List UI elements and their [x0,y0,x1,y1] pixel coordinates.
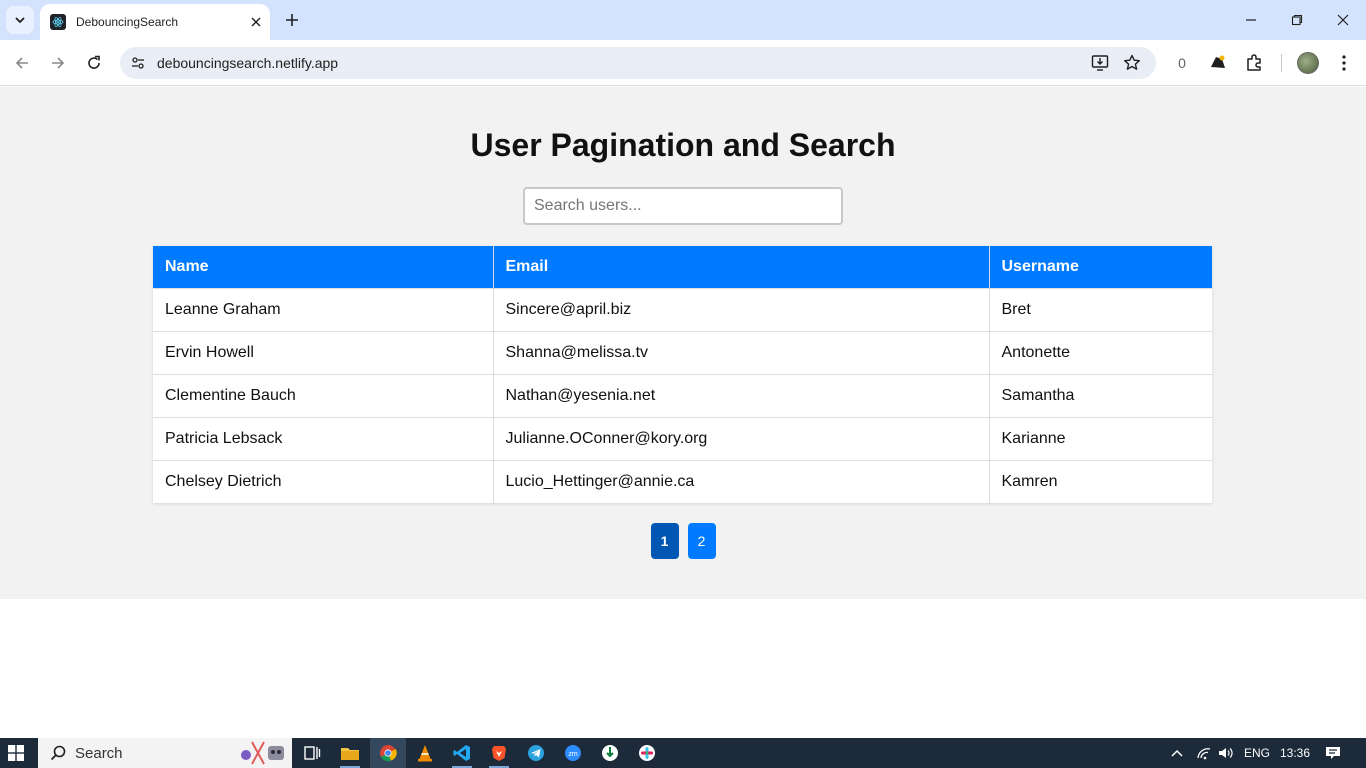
forward-button[interactable] [44,49,72,77]
table-row: Patricia Lebsack Julianne.OConner@kory.o… [153,416,1212,460]
taskbar-search-box[interactable]: Search [38,738,292,768]
chevron-down-icon [15,17,25,24]
cell-email: Sincere@april.biz [493,287,990,331]
minimize-button[interactable] [1228,0,1274,40]
vscode-icon[interactable] [451,742,473,768]
telegram-icon[interactable] [525,742,547,764]
cell-name: Clementine Bauch [153,373,494,417]
page-button-2[interactable]: 2 [687,523,716,559]
url-text: debouncingsearch.netlify.app [157,55,339,71]
cell-email: Shanna@melissa.tv [493,330,990,374]
address-bar[interactable]: debouncingsearch.netlify.app [120,47,1156,79]
extensions-puzzle-icon[interactable] [1243,52,1265,74]
table-header-row: Name Email Username [153,246,1212,288]
cell-username: Bret [989,287,1212,331]
clock[interactable]: 13:36 [1280,738,1310,768]
more-menu-icon[interactable] [1333,52,1355,74]
profile-avatar[interactable] [1297,52,1319,74]
tab-close-icon[interactable] [246,12,266,32]
install-app-icon[interactable] [1090,53,1110,73]
pagination: 1 2 [0,523,1366,559]
download-manager-icon[interactable] [599,742,621,764]
react-logo-icon [50,14,66,30]
page-button-1[interactable]: 1 [650,523,679,559]
tray-overflow-icon[interactable] [1170,738,1184,768]
windows-logo-icon [8,745,24,761]
cell-email: Nathan@yesenia.net [493,373,990,417]
close-window-button[interactable] [1320,0,1366,40]
taskbar-search-label: Search [75,744,123,762]
cell-username: Samantha [989,373,1212,417]
search-highlight-icon [238,740,290,766]
browser-tab[interactable]: DebouncingSearch [40,4,270,40]
page-content: User Pagination and Search Name Email Us… [0,87,1366,599]
reload-icon [88,55,100,69]
start-button[interactable] [6,744,26,762]
table-row: Chelsey Dietrich Lucio_Hettinger@annie.c… [153,459,1212,503]
plus-icon [286,14,298,26]
minimize-icon [1246,19,1256,21]
brave-icon[interactable] [488,742,510,768]
column-header-username: Username [989,246,1212,288]
browser-tab-strip: DebouncingSearch [0,0,1366,40]
language-indicator[interactable]: ENG [1244,738,1270,768]
arrow-left-icon [15,57,28,69]
vlc-icon[interactable] [414,742,436,764]
search-input[interactable] [523,187,843,225]
volume-icon[interactable] [1218,738,1234,768]
cell-name: Leanne Graham [153,287,494,331]
close-icon [1337,14,1349,26]
extension-badge[interactable]: 0 [1171,52,1193,74]
chrome-icon[interactable] [370,738,406,768]
column-header-name: Name [153,246,494,288]
back-button[interactable] [8,49,36,77]
cell-username: Antonette [989,330,1212,374]
new-tab-button[interactable] [280,8,304,32]
column-header-email: Email [493,246,990,288]
restore-icon [1291,14,1303,26]
cell-username: Karianne [989,416,1212,460]
tab-search-button[interactable] [6,6,34,34]
restore-button[interactable] [1274,0,1320,40]
table-row: Clementine Bauch Nathan@yesenia.net Sama… [153,373,1212,417]
table-row: Leanne Graham Sincere@april.biz Bret [153,287,1212,331]
cell-username: Kamren [989,459,1212,503]
cell-email: Lucio_Hettinger@annie.ca [493,459,990,503]
table-row: Ervin Howell Shanna@melissa.tv Antonette [153,330,1212,374]
cell-email: Julianne.OConner@kory.org [493,416,990,460]
bookmark-star-icon[interactable] [1122,53,1142,73]
slack-icon[interactable] [636,742,658,764]
notifications-icon[interactable] [1325,738,1341,768]
wifi-icon[interactable] [1196,738,1212,768]
cell-name: Ervin Howell [153,330,494,374]
reload-button[interactable] [80,49,108,77]
file-explorer-icon[interactable] [339,742,361,768]
zoom-icon[interactable]: zm [562,742,584,764]
cell-name: Patricia Lebsack [153,416,494,460]
site-info-icon[interactable] [128,53,148,73]
svg-text:zm: zm [568,751,578,758]
cell-name: Chelsey Dietrich [153,459,494,503]
cookie-extension-icon[interactable] [1207,52,1229,74]
windows-taskbar: Search zm ENG 13:36 [0,738,1366,768]
tab-title: DebouncingSearch [76,15,179,29]
page-title: User Pagination and Search [470,127,896,163]
browser-toolbar: debouncingsearch.netlify.app 0 [0,40,1366,86]
users-table: Name Email Username Leanne Graham Sincer… [153,246,1212,503]
search-icon [50,745,66,761]
arrow-right-icon [52,57,65,69]
task-view-icon[interactable] [301,742,323,764]
toolbar-divider [1281,54,1282,72]
